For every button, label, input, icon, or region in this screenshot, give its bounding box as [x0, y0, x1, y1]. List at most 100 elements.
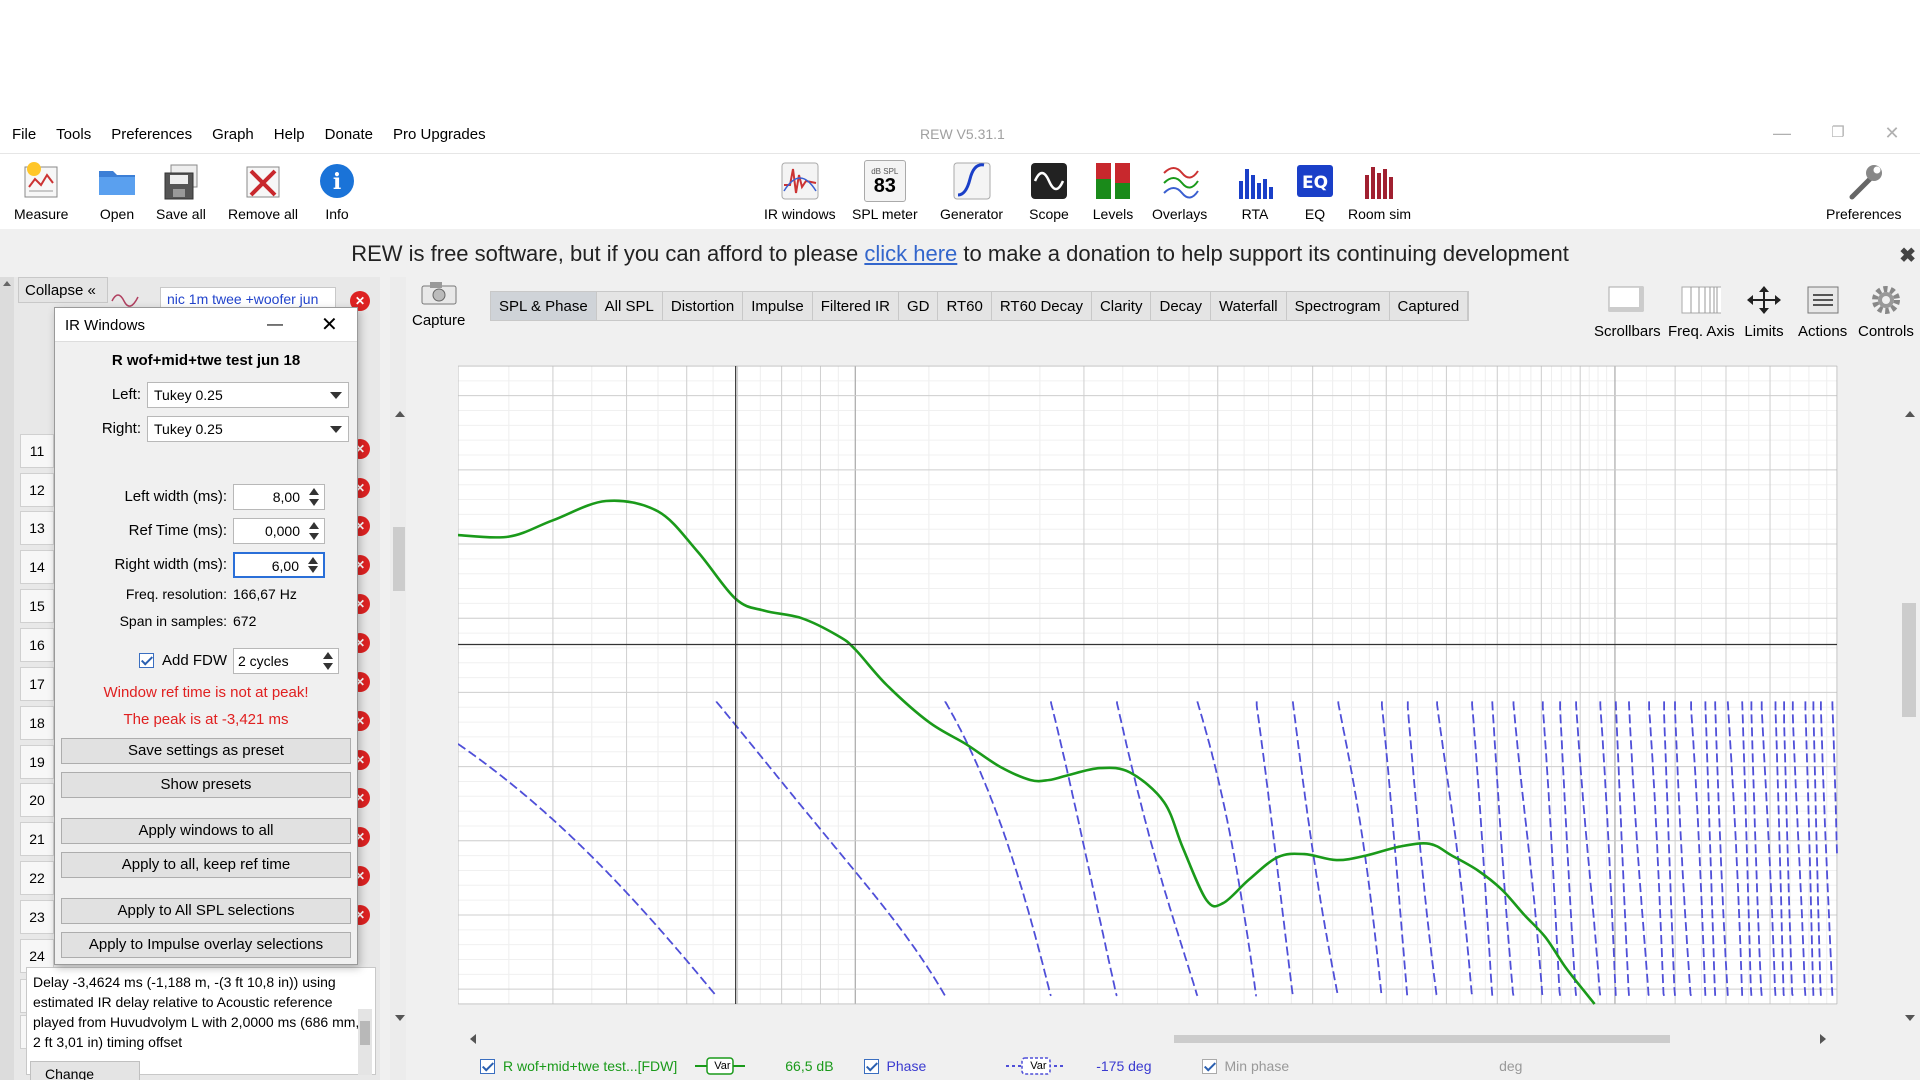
- phase-var-swatch[interactable]: Var: [1006, 1056, 1067, 1076]
- overlays-button[interactable]: Overlays: [1152, 160, 1207, 222]
- spin-down-icon[interactable]: [309, 499, 319, 506]
- measurement-row-number[interactable]: 20: [20, 783, 54, 817]
- measurement-row-number[interactable]: 12: [20, 473, 54, 507]
- levels-icon: [1092, 160, 1134, 202]
- measure-button[interactable]: Measure: [14, 160, 68, 222]
- tab-spl-phase[interactable]: SPL & Phase: [491, 292, 597, 320]
- spin-up-icon[interactable]: [309, 488, 319, 495]
- tab-impulse[interactable]: Impulse: [743, 292, 813, 320]
- phase-series-checkbox[interactable]: [863, 1058, 879, 1074]
- spin-down-icon[interactable]: [309, 533, 319, 540]
- dialog-minimize-icon[interactable]: —: [267, 316, 283, 334]
- dialog-close-icon[interactable]: ✕: [321, 312, 338, 337]
- graph-bottom-scrollbar[interactable]: [468, 1032, 1828, 1046]
- right-window-select[interactable]: Tukey 0.25: [147, 416, 349, 442]
- panel-scrollbar[interactable]: [0, 277, 14, 1080]
- generator-button[interactable]: Generator: [940, 160, 1003, 222]
- spl-phase-graph[interactable]: 3004005006007008009001k2k3k4k5k6k7k8k9k1…: [413, 341, 1872, 1033]
- spl-series-checkbox[interactable]: [480, 1058, 495, 1074]
- measurement-row-number[interactable]: 23: [20, 900, 54, 934]
- tab-distortion[interactable]: Distortion: [663, 292, 744, 320]
- info-scrollbar[interactable]: [358, 1009, 372, 1075]
- measurement-row-number[interactable]: 11: [20, 434, 54, 468]
- measurement-row-number[interactable]: 14: [20, 550, 54, 584]
- collapse-button[interactable]: Collapse «: [18, 277, 108, 303]
- tab-clarity[interactable]: Clarity: [1092, 292, 1152, 320]
- menu-donate[interactable]: Donate: [325, 126, 373, 143]
- limits-button[interactable]: Limits: [1744, 283, 1784, 340]
- measurement-row-number[interactable]: 17: [20, 667, 54, 701]
- tab-gd[interactable]: GD: [899, 292, 939, 320]
- rta-button[interactable]: RTA: [1234, 160, 1276, 222]
- plot-frame: [457, 365, 1838, 1005]
- spl-var-swatch[interactable]: Var: [695, 1056, 746, 1076]
- menu-file[interactable]: File: [12, 126, 36, 143]
- levels-button[interactable]: Levels: [1092, 160, 1134, 222]
- phase-cursor-value: -175 deg: [1096, 1058, 1152, 1074]
- apply-windows-all-button[interactable]: Apply windows to all: [61, 818, 351, 844]
- fdw-cycles-stepper[interactable]: 2 cycles: [233, 648, 339, 674]
- graph-left-scrollbar[interactable]: [390, 407, 410, 1027]
- controls-button[interactable]: Controls: [1858, 283, 1914, 340]
- change-cal-button[interactable]: Change Cal...: [30, 1061, 140, 1080]
- actions-button[interactable]: Actions: [1798, 283, 1847, 340]
- open-label: Open: [99, 206, 135, 222]
- spl-meter-button[interactable]: dB SPL 83 SPL meter: [852, 160, 918, 222]
- menu-pro-upgrades[interactable]: Pro Upgrades: [393, 126, 486, 143]
- open-button[interactable]: Open: [96, 160, 138, 222]
- right-width-stepper[interactable]: 6,00: [233, 552, 325, 578]
- preferences-button[interactable]: Preferences: [1826, 160, 1901, 222]
- left-window-select[interactable]: Tukey 0.25: [147, 382, 349, 408]
- apply-keep-ref-button[interactable]: Apply to all, keep ref time: [61, 852, 351, 878]
- ir-windows-button[interactable]: IR windows: [764, 160, 836, 222]
- room-sim-button[interactable]: Room sim: [1348, 160, 1411, 222]
- tab-rt60-decay[interactable]: RT60 Decay: [992, 292, 1092, 320]
- measurement-row-number[interactable]: 22: [20, 861, 54, 895]
- tab-all-spl[interactable]: All SPL: [597, 292, 663, 320]
- restore-icon[interactable]: ❐: [1820, 120, 1856, 146]
- spin-up-icon[interactable]: [323, 652, 333, 659]
- spin-up-icon[interactable]: [309, 522, 319, 529]
- scrollbars-button[interactable]: Scrollbars: [1594, 283, 1661, 340]
- spin-up-icon[interactable]: [308, 557, 318, 564]
- measurement-row-number[interactable]: 15: [20, 589, 54, 623]
- tab-captured[interactable]: Captured: [1390, 292, 1469, 320]
- tab-filtered-ir[interactable]: Filtered IR: [813, 292, 899, 320]
- tab-spectrogram[interactable]: Spectrogram: [1287, 292, 1390, 320]
- left-window-value: Tukey 0.25: [154, 387, 223, 403]
- save-preset-button[interactable]: Save settings as preset: [61, 738, 351, 764]
- close-banner-icon[interactable]: ✖: [1899, 243, 1916, 268]
- scope-button[interactable]: Scope: [1028, 160, 1070, 222]
- show-presets-button[interactable]: Show presets: [61, 772, 351, 798]
- capture-button[interactable]: Capture: [412, 280, 465, 329]
- apply-spl-selections-button[interactable]: Apply to All SPL selections: [61, 898, 351, 924]
- measurement-row-number[interactable]: 16: [20, 628, 54, 662]
- spin-down-icon[interactable]: [308, 566, 318, 573]
- remove-all-button[interactable]: Remove all: [228, 160, 298, 222]
- menu-help[interactable]: Help: [274, 126, 305, 143]
- measurement-row-number[interactable]: 18: [20, 706, 54, 740]
- donate-link[interactable]: click here: [864, 241, 957, 266]
- save-all-button[interactable]: Save all: [156, 160, 206, 222]
- min-phase-checkbox[interactable]: [1201, 1058, 1217, 1074]
- apply-impulse-overlay-button[interactable]: Apply to Impulse overlay selections: [61, 932, 351, 958]
- measurement-row-number[interactable]: 13: [20, 511, 54, 545]
- tab-waterfall[interactable]: Waterfall: [1211, 292, 1287, 320]
- info-button[interactable]: i Info: [316, 160, 358, 222]
- tab-rt60[interactable]: RT60: [938, 292, 992, 320]
- minimize-icon[interactable]: —: [1764, 120, 1800, 146]
- close-window-icon[interactable]: ✕: [1874, 120, 1910, 146]
- tab-decay[interactable]: Decay: [1151, 292, 1212, 320]
- freq-axis-button[interactable]: Freq. Axis: [1668, 283, 1735, 340]
- graph-right-scrollbar[interactable]: [1900, 407, 1920, 1027]
- spin-down-icon[interactable]: [323, 663, 333, 670]
- measurement-row-number[interactable]: 19: [20, 745, 54, 779]
- ref-time-stepper[interactable]: 0,000: [233, 518, 325, 544]
- menu-tools[interactable]: Tools: [56, 126, 91, 143]
- add-fdw-checkbox[interactable]: Add FDW: [139, 652, 227, 669]
- menu-preferences[interactable]: Preferences: [111, 126, 192, 143]
- menu-graph[interactable]: Graph: [212, 126, 254, 143]
- measurement-row-number[interactable]: 21: [20, 822, 54, 856]
- eq-button[interactable]: EQ EQ: [1294, 160, 1336, 222]
- left-width-stepper[interactable]: 8,00: [233, 484, 325, 510]
